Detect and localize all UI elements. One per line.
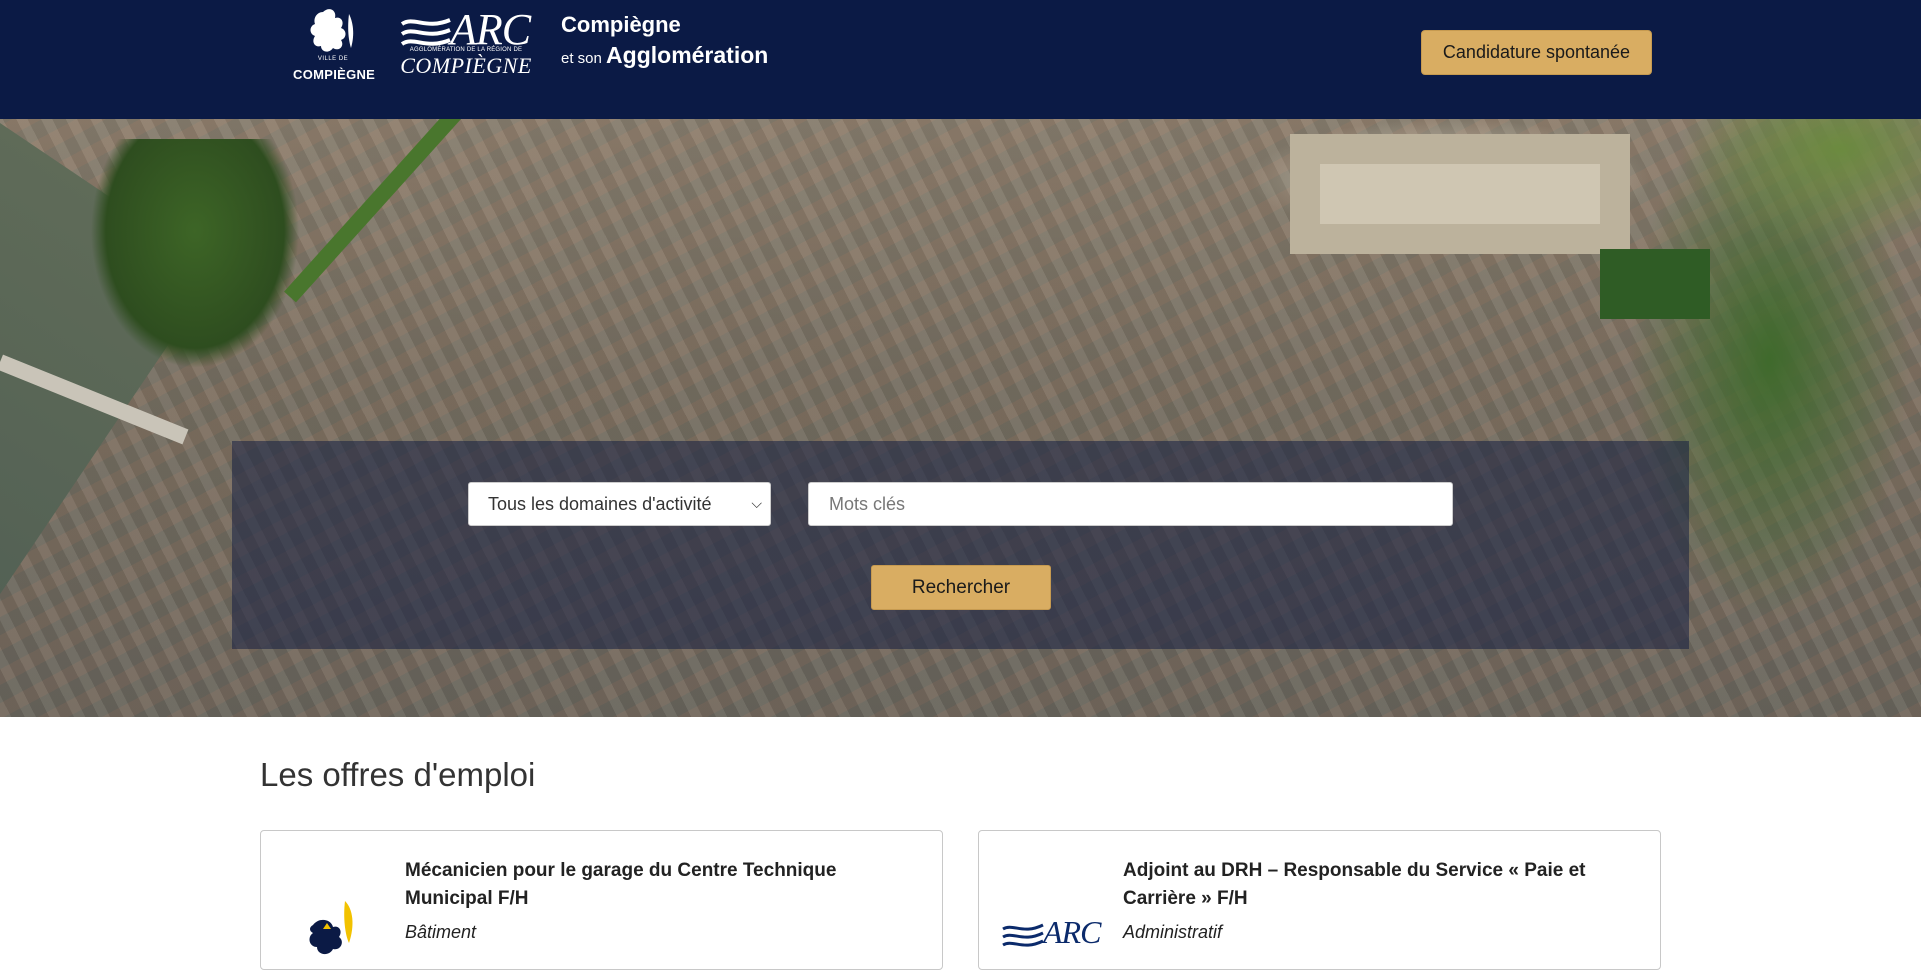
job-offer-card[interactable]: Mécanicien pour le garage du Centre Tech… [260,830,943,970]
site-title-prefix: et son [561,50,602,67]
waves-icon [400,18,451,46]
search-button[interactable]: Rechercher [871,565,1051,610]
hero-treeline [284,119,470,303]
search-panel [232,441,1689,649]
site-title-line1: Compiègne [561,12,681,37]
site-title-bold: Agglomération [606,42,769,68]
hero-trees [90,139,300,369]
job-offer-title[interactable]: Mécanicien pour le garage du Centre Tech… [405,857,905,913]
site-header: VILLE DE COMPIÈGNE ARC AGGLOMÉRATION DE … [0,0,1921,119]
job-offer-category: Bâtiment [405,922,477,942]
site-title-line2: et son Agglomération [561,42,768,69]
domain-select[interactable]: Tous les domaines d'activité ⌵ [468,482,771,526]
spontaneous-application-button[interactable]: Candidature spontanée [1421,30,1652,75]
offers-section-title: Les offres d'emploi [260,756,536,793]
logo-ville-small-text: VILLE DE [317,56,349,62]
ville-de-compiegne-logo[interactable]: VILLE DE COMPIÈGNE [293,4,376,84]
job-offer-card[interactable]: ARC Adjoint au DRH – Responsable du Serv… [978,830,1661,970]
lion-logo-icon [309,901,353,955]
arc-logo-small-word: ARC [1043,914,1101,950]
domain-select-value: Tous les domaines d'activité [488,493,712,514]
logo-ville-name: COMPIÈGNE [293,67,376,82]
hero-garden [1600,249,1710,319]
hero-palace [1290,134,1630,254]
chevron-down-icon: ⌵ [751,495,762,511]
arc-logo-small: ARC [1001,915,1111,955]
site-title: Compiègne et son Agglomération [561,12,768,69]
keywords-input[interactable] [808,482,1453,526]
arc-logo-city: COMPIÈGNE [400,53,532,78]
arc-logo-word: ARC [450,5,531,54]
job-offer-title[interactable]: Adjoint au DRH – Responsable du Service … [1123,857,1623,913]
arc-logo[interactable]: ARC AGGLOMÉRATION DE LA RÉGION DE COMPIÈ… [398,5,534,79]
job-offer-category: Administratif [1123,922,1223,942]
